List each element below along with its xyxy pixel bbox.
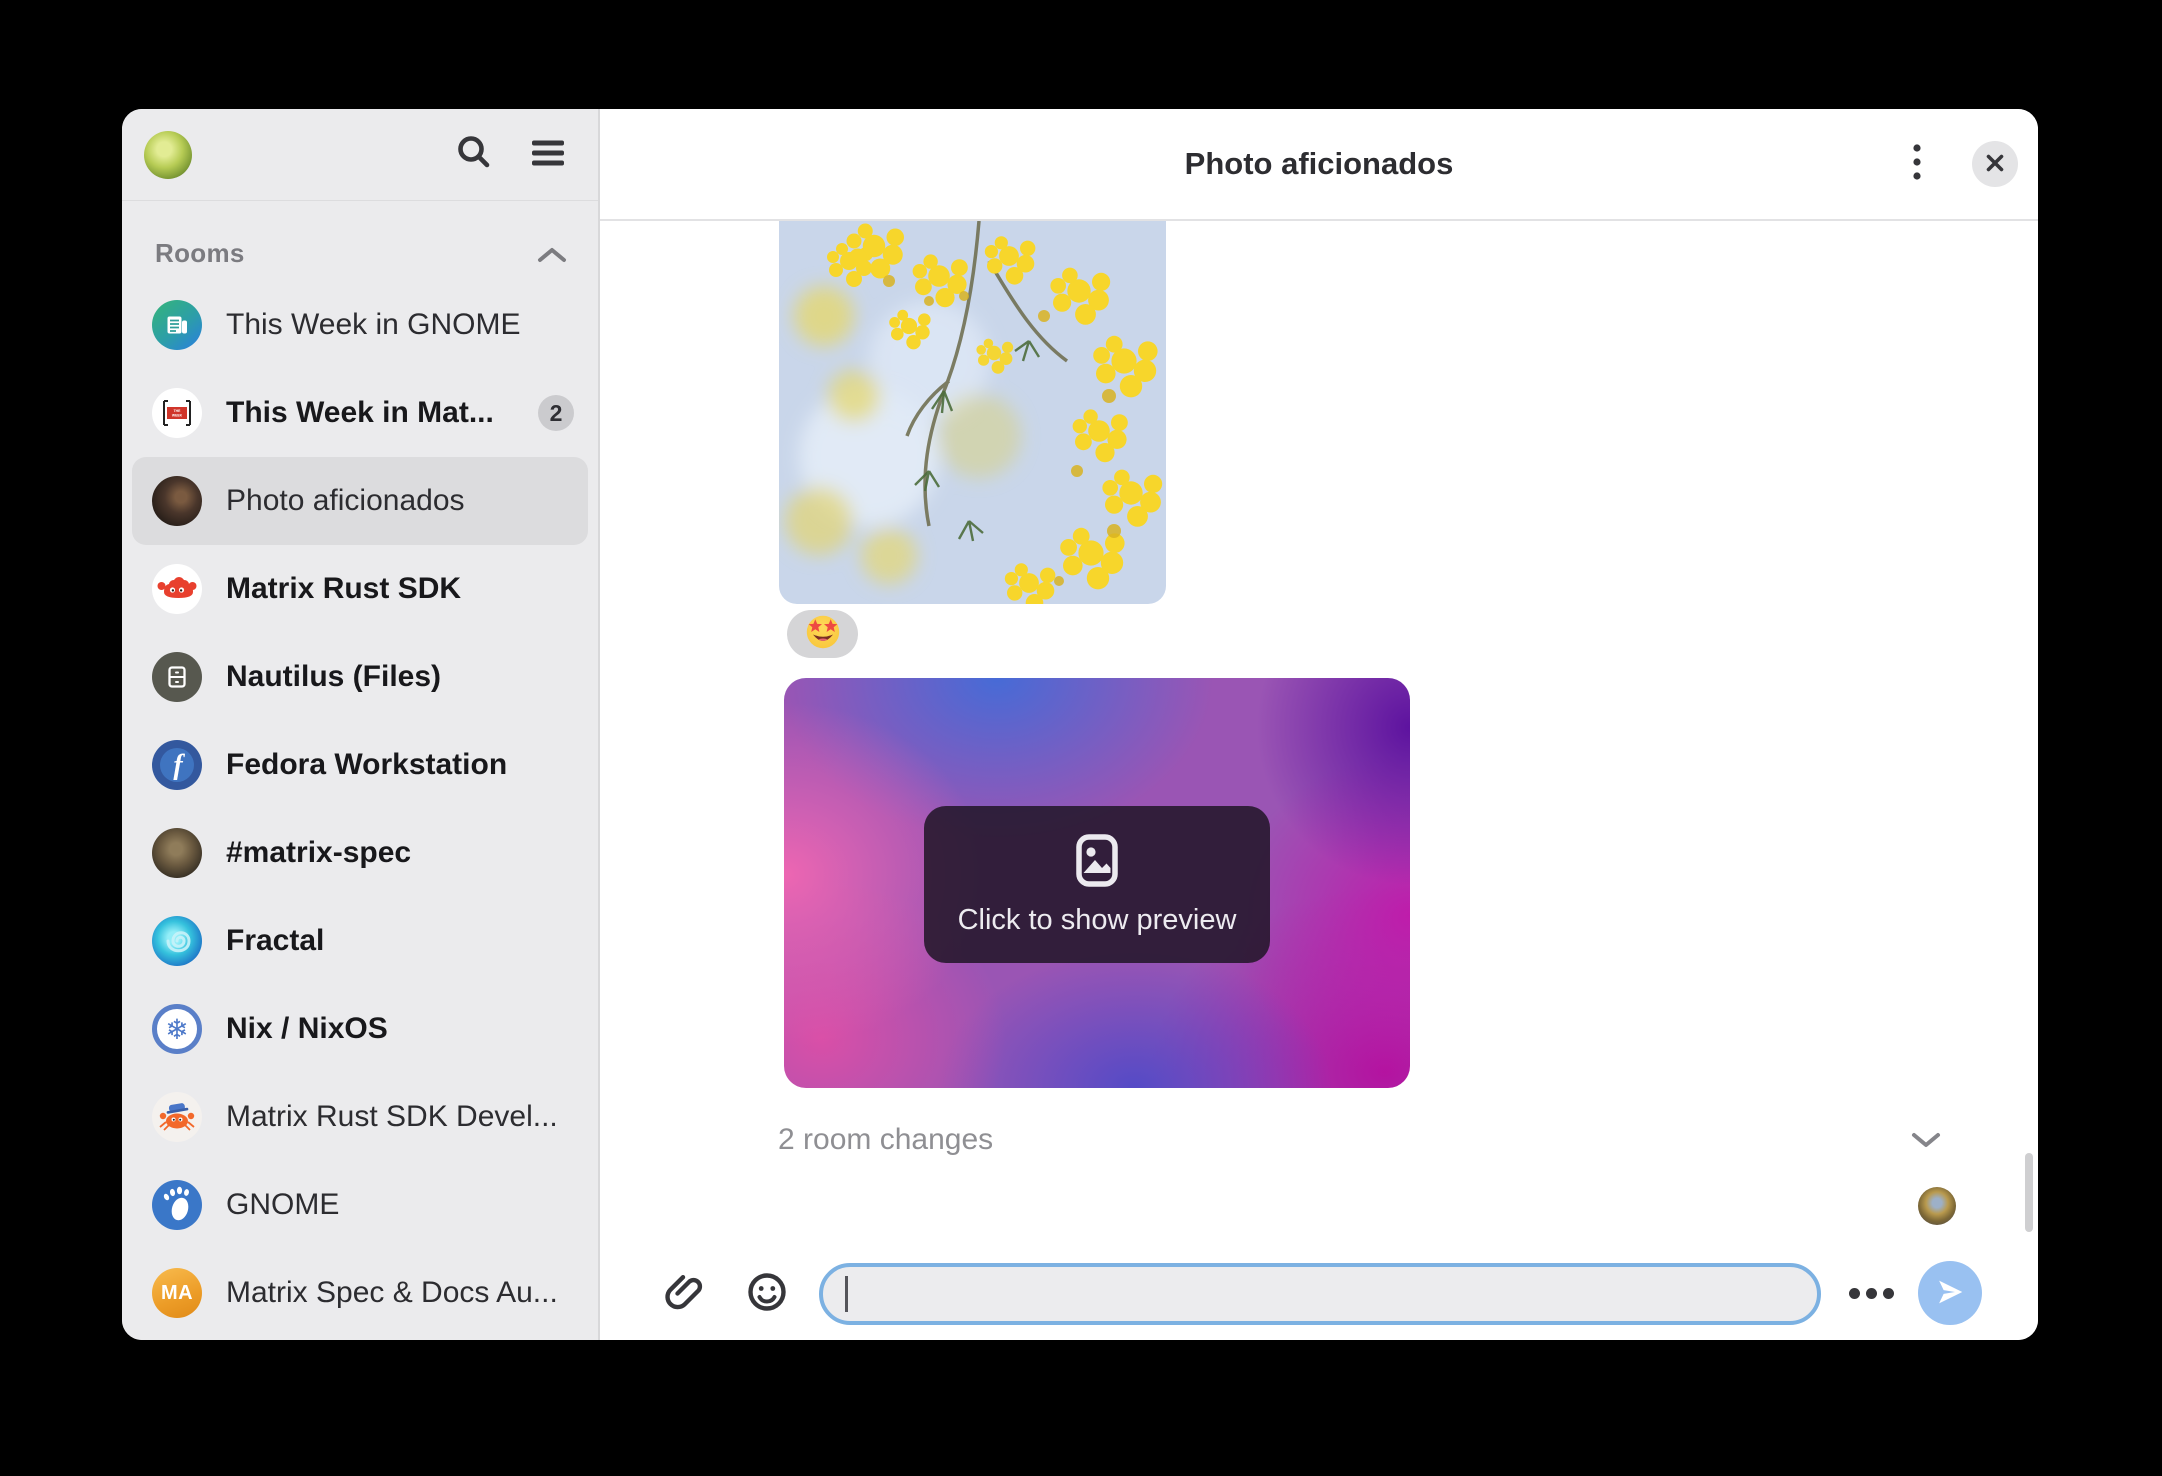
photo-room-avatar	[152, 476, 202, 526]
sidebar-item-fedora-workstation[interactable]: f Fedora Workstation	[132, 721, 588, 809]
sidebar-item-matrix-spec-docs[interactable]: MA Matrix Spec & Docs Au...	[132, 1249, 588, 1337]
more-options-button[interactable]	[1843, 1271, 1899, 1315]
show-preview-button[interactable]: Click to show preview	[924, 806, 1270, 963]
sidebar-item-this-week-in-matrix[interactable]: THEWEEK This Week in Mat... 2	[132, 369, 588, 457]
main-menu-button[interactable]	[524, 131, 572, 179]
message-timeline: Click to show preview 2 room changes	[600, 221, 2038, 1340]
attach-file-button[interactable]	[662, 1269, 710, 1317]
photo-message-image[interactable]	[779, 221, 1166, 604]
svg-text:WEEK: WEEK	[172, 414, 183, 418]
room-changes-label: 2 room changes	[778, 1123, 993, 1157]
reaction-pill[interactable]	[787, 610, 858, 658]
read-receipt-avatar	[1918, 1187, 1956, 1225]
fractal-window: Rooms This Week in GNOME THEWEEK This We…	[122, 109, 2038, 1340]
send-button[interactable]	[1918, 1261, 1982, 1325]
sidebar-item-photo-aficionados[interactable]: Photo aficionados	[132, 457, 588, 545]
sidebar-item-gnome[interactable]: GNOME	[132, 1161, 588, 1249]
sidebar-item-matrix-spec[interactable]: #matrix-spec	[132, 809, 588, 897]
room-name: Fractal	[226, 924, 574, 958]
room-header: Photo aficionados	[600, 109, 2038, 221]
person-photo-avatar	[152, 828, 202, 878]
crab-with-hat-avatar-icon	[152, 1092, 202, 1142]
newspaper-avatar-icon	[152, 300, 202, 350]
room-name: This Week in GNOME	[226, 308, 574, 342]
ma-initials-avatar: MA	[152, 1268, 202, 1318]
paperclip-icon	[663, 1269, 709, 1318]
emoji-picker-button[interactable]	[745, 1271, 789, 1315]
close-icon	[1985, 153, 2005, 176]
hamburger-icon	[531, 139, 565, 170]
rooms-section-label: Rooms	[155, 238, 245, 269]
gnome-foot-avatar-icon	[152, 1180, 202, 1230]
vertical-ellipsis-icon	[1912, 143, 1922, 186]
sidebar-item-matrix-rust-sdk[interactable]: Matrix Rust SDK	[132, 545, 588, 633]
room-name: Nix / NixOS	[226, 1012, 574, 1046]
ferris-crab-avatar-icon	[152, 564, 202, 614]
room-name: This Week in Mat...	[226, 396, 514, 430]
message-input[interactable]	[819, 1263, 1821, 1325]
horizontal-ellipsis-icon	[1843, 1271, 1899, 1315]
the-week-avatar-icon: THEWEEK	[152, 388, 202, 438]
preview-button-label: Click to show preview	[958, 904, 1237, 937]
sidebar-item-this-week-in-gnome[interactable]: This Week in GNOME	[132, 281, 588, 369]
sidebar-item-nix-nixos[interactable]: ❄ Nix / NixOS	[132, 985, 588, 1073]
sidebar: Rooms This Week in GNOME THEWEEK This We…	[122, 109, 600, 1340]
text-caret	[845, 1276, 848, 1312]
room-name: Matrix Rust SDK Devel...	[226, 1100, 574, 1134]
room-name: GNOME	[226, 1188, 574, 1222]
svg-text:THE: THE	[174, 409, 182, 413]
fractal-swirl-avatar-icon	[152, 916, 202, 966]
search-button[interactable]	[450, 131, 498, 179]
fedora-logo-avatar-icon: f	[152, 740, 202, 790]
star-struck-emoji-icon	[805, 614, 841, 655]
room-title: Photo aficionados	[1185, 146, 1454, 182]
user-avatar[interactable]	[144, 131, 192, 179]
expand-room-changes-button[interactable]	[1906, 1121, 1946, 1161]
sidebar-item-nautilus-files[interactable]: Nautilus (Files)	[132, 633, 588, 721]
scrollbar-thumb[interactable]	[2025, 1153, 2033, 1232]
room-name: Fedora Workstation	[226, 748, 574, 782]
paper-plane-icon	[1930, 1272, 1970, 1315]
room-name: Matrix Spec & Docs Au...	[226, 1276, 574, 1310]
room-name: Matrix Rust SDK	[226, 572, 574, 606]
avatar-initials: MA	[161, 1282, 193, 1305]
blurred-image-message[interactable]: Click to show preview	[784, 678, 1410, 1088]
search-icon	[453, 132, 495, 177]
unread-count-badge: 2	[538, 395, 574, 431]
room-name: #matrix-spec	[226, 836, 574, 870]
room-menu-button[interactable]	[1895, 142, 1939, 186]
chat-pane: Photo aficionados	[600, 109, 2038, 1340]
room-name: Photo aficionados	[226, 484, 574, 518]
chevron-down-icon	[1911, 1131, 1941, 1152]
sidebar-header	[122, 109, 598, 201]
file-cabinet-avatar-icon	[152, 652, 202, 702]
rooms-section-header: Rooms	[122, 201, 598, 275]
smiley-icon	[746, 1271, 788, 1316]
sidebar-item-matrix-rust-sdk-developers[interactable]: Matrix Rust SDK Devel...	[132, 1073, 588, 1161]
rooms-list: This Week in GNOME THEWEEK This Week in …	[122, 275, 598, 1337]
image-placeholder-icon	[1070, 832, 1124, 894]
nix-snowflake-avatar-icon: ❄	[152, 1004, 202, 1054]
room-name: Nautilus (Files)	[226, 660, 574, 694]
sidebar-item-fractal[interactable]: Fractal	[132, 897, 588, 985]
chevron-up-icon[interactable]	[537, 246, 567, 269]
close-button[interactable]	[1972, 141, 2018, 187]
svg-text:❄: ❄	[165, 1014, 188, 1045]
